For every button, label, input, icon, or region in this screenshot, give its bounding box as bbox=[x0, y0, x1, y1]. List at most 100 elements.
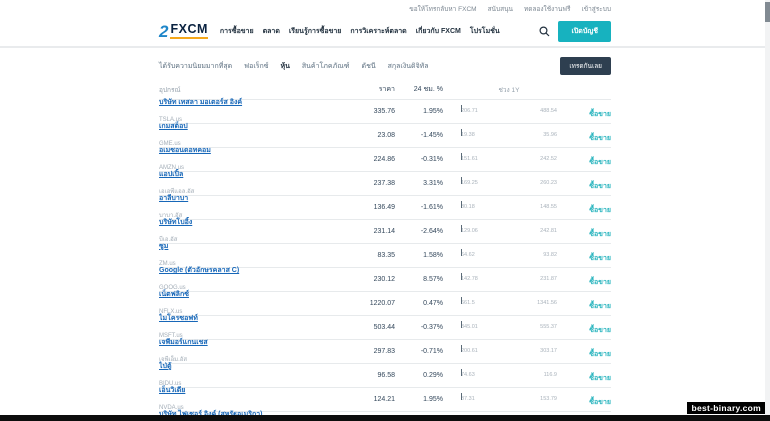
instruments-table: อุปกรณ์ ราคา 24 ชม. % ช่วง 1Y บริษัท เทส… bbox=[159, 84, 611, 421]
table-body: บริษัท เทสลา มอเตอร์ส อิงค์ TSLA.us 335.… bbox=[159, 100, 611, 421]
range-1y-cell: 80.18 148.55 bbox=[461, 204, 557, 211]
nav-item[interactable]: การซื้อขาย bbox=[220, 26, 254, 37]
instrument-link[interactable]: ซูม bbox=[159, 241, 345, 252]
instrument-link[interactable]: อเมซอนดอทคอม bbox=[159, 145, 345, 156]
instrument-price: 136.49 bbox=[345, 204, 395, 211]
instrument-price: 23.08 bbox=[345, 132, 395, 139]
range-1y-cell: 151.61 242.52 bbox=[461, 156, 557, 163]
scrollbar-track[interactable] bbox=[765, 0, 770, 421]
instrument-tab[interactable]: สกุลเงินดิจิทัล bbox=[388, 58, 429, 75]
instrument-link[interactable]: ไป่ตู้ bbox=[159, 361, 345, 372]
trade-link[interactable]: ซื้อขาย bbox=[589, 135, 611, 142]
trade-link[interactable]: ซื้อขาย bbox=[589, 303, 611, 310]
range-1y-cell: 345.01 555.37 bbox=[461, 324, 557, 331]
instrument-link[interactable]: เอ็นวิเดีย bbox=[159, 385, 345, 396]
range-high-label: 260.23 bbox=[540, 181, 557, 187]
range-low-label: 345.01 bbox=[461, 325, 478, 331]
trade-now-button[interactable]: เทรดกันเลย bbox=[560, 57, 611, 75]
instrument-tab[interactable]: สินค้าโภคภัณฑ์ bbox=[302, 58, 350, 75]
range-1y-cell: 142.78 231.87 bbox=[461, 276, 557, 283]
range-low-label: 661.5 bbox=[461, 301, 475, 307]
utility-link[interactable]: สนับสนุน bbox=[488, 4, 513, 14]
utility-link[interactable]: ทดลองใช้งานฟรี bbox=[524, 4, 571, 14]
instrument-link[interactable]: อาลีบาบา bbox=[159, 193, 345, 204]
range-low-label: 142.78 bbox=[461, 277, 478, 283]
instrument-price: 503.44 bbox=[345, 324, 395, 331]
instrument-tab[interactable]: ได้รับความนิยมมากที่สุด bbox=[159, 58, 232, 75]
fxcm-logo-icon: 2 bbox=[159, 23, 168, 40]
range-bar-marker bbox=[461, 201, 463, 208]
instrument-change-24h: 1.95% bbox=[395, 396, 443, 403]
nav-item[interactable]: โปรโมชั่น bbox=[470, 26, 500, 37]
trade-link[interactable]: ซื้อขาย bbox=[589, 375, 611, 382]
instrument-link[interactable]: แอปเปิ้ล bbox=[159, 169, 345, 180]
instrument-tab[interactable]: หุ้น bbox=[280, 58, 289, 75]
instrument-link[interactable]: เจพีมอร์แกนเชส bbox=[159, 337, 345, 348]
range-low-label: 206.71 bbox=[461, 109, 478, 115]
trade-link[interactable]: ซื้อขาย bbox=[589, 159, 611, 166]
col-header-range: ช่วง 1Y bbox=[461, 85, 557, 95]
range-1y-cell: 19.38 35.96 bbox=[461, 132, 557, 139]
range-bar-marker bbox=[461, 345, 463, 352]
range-high-label: 231.87 bbox=[540, 277, 557, 283]
instrument-tab[interactable]: ดัชนี bbox=[362, 58, 376, 75]
instrument-change-24h: -0.31% bbox=[395, 156, 443, 163]
utility-link[interactable]: เข้าสู่ระบบ bbox=[581, 4, 611, 14]
range-bar-marker bbox=[461, 321, 463, 328]
range-high-label: 153.79 bbox=[540, 397, 557, 403]
instrument-link[interactable]: บริษัท เทสลา มอเตอร์ส อิงค์ bbox=[159, 97, 345, 108]
range-low-label: 169.25 bbox=[461, 181, 478, 187]
range-high-label: 93.82 bbox=[543, 253, 557, 259]
fxcm-logo[interactable]: 2 FXCM bbox=[159, 23, 208, 40]
range-low-label: 200.61 bbox=[461, 349, 478, 355]
trade-link[interactable]: ซื้อขาย bbox=[589, 351, 611, 358]
range-high-label: 242.81 bbox=[540, 229, 557, 235]
trade-link[interactable]: ซื้อขาย bbox=[589, 111, 611, 118]
instrument-link[interactable]: Google (ตัวอักษรคลาส C) bbox=[159, 265, 345, 276]
nav-item[interactable]: เรียนรู้การซื้อขาย bbox=[289, 26, 342, 37]
trade-link[interactable]: ซื้อขาย bbox=[589, 399, 611, 406]
trade-link[interactable]: ซื้อขาย bbox=[589, 255, 611, 262]
trade-link[interactable]: ซื้อขาย bbox=[589, 327, 611, 334]
open-account-button[interactable]: เปิดบัญชี bbox=[558, 21, 611, 42]
col-header-price: ราคา bbox=[345, 84, 395, 95]
range-1y-cell: 200.61 303.17 bbox=[461, 348, 557, 355]
instrument-link[interactable]: ไมโครซอฟท์ bbox=[159, 313, 345, 324]
range-bar-marker bbox=[461, 105, 463, 112]
instrument-link[interactable]: เกมสต็อป bbox=[159, 121, 345, 132]
trade-link[interactable]: ซื้อขาย bbox=[589, 279, 611, 286]
utility-links: ขอให้โทรกลับหา FXCM สนับสนุน ทดลองใช้งาน… bbox=[159, 4, 611, 14]
bottom-black-bar bbox=[0, 415, 770, 421]
instrument-price: 224.86 bbox=[345, 156, 395, 163]
range-low-label: 80.18 bbox=[461, 205, 475, 211]
col-header-instrument: อุปกรณ์ bbox=[159, 85, 345, 95]
instrument-change-24h: -1.45% bbox=[395, 132, 443, 139]
instrument-change-24h: -1.61% bbox=[395, 204, 443, 211]
col-header-change: 24 ชม. % bbox=[395, 84, 443, 95]
trade-link[interactable]: ซื้อขาย bbox=[589, 183, 611, 190]
instrument-tab[interactable]: ฟอเร็กซ์ bbox=[244, 58, 268, 75]
range-bar-marker bbox=[461, 297, 463, 304]
trade-link[interactable]: ซื้อขาย bbox=[589, 231, 611, 238]
range-bar-marker bbox=[461, 177, 463, 184]
range-high-label: 242.52 bbox=[540, 157, 557, 163]
range-low-label: 19.38 bbox=[461, 133, 475, 139]
range-1y-cell: 64.62 93.82 bbox=[461, 252, 557, 259]
nav-item[interactable]: ตลาด bbox=[263, 26, 280, 37]
instrument-price: 83.35 bbox=[345, 252, 395, 259]
scrollbar-thumb[interactable] bbox=[765, 2, 770, 22]
range-high-label: 35.96 bbox=[543, 133, 557, 139]
utility-link[interactable]: ขอให้โทรกลับหา FXCM bbox=[409, 4, 476, 14]
trade-link[interactable]: ซื้อขาย bbox=[589, 207, 611, 214]
range-high-label: 488.54 bbox=[540, 109, 557, 115]
range-high-label: 116.9 bbox=[544, 373, 557, 379]
instrument-change-24h: 1.58% bbox=[395, 252, 443, 259]
search-icon[interactable] bbox=[539, 26, 550, 37]
instrument-link[interactable]: เน็ตฟลิกซ์ bbox=[159, 289, 345, 300]
instrument-change-24h: 1.95% bbox=[395, 108, 443, 115]
nav-item[interactable]: การวิเคราะห์ตลาด bbox=[350, 26, 406, 37]
range-bar-marker bbox=[461, 129, 463, 136]
nav-item[interactable]: เกี่ยวกับ FXCM bbox=[416, 26, 461, 37]
range-1y-cell: 129.06 242.81 bbox=[461, 228, 557, 235]
instrument-link[interactable]: บริษัทโบอิ้ง bbox=[159, 217, 345, 228]
